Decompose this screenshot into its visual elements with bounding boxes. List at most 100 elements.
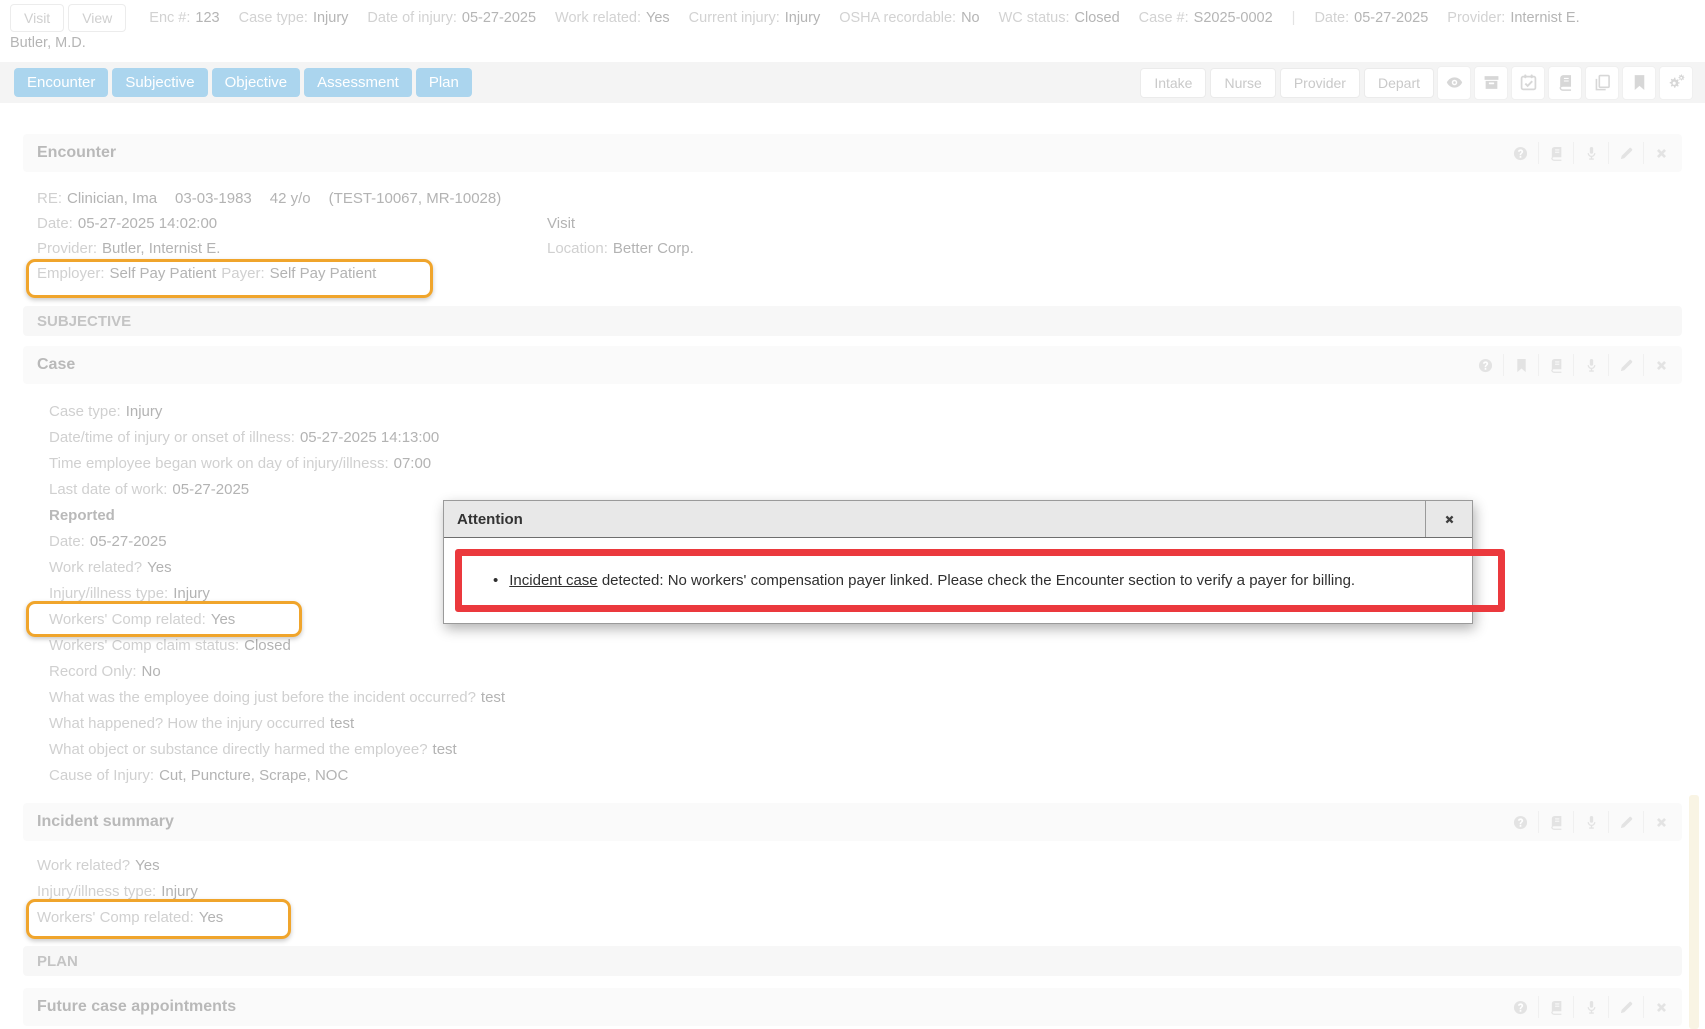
enc-number-value: 123 bbox=[195, 10, 219, 26]
calendar-check-icon[interactable] bbox=[1511, 66, 1545, 100]
microphone-icon[interactable] bbox=[1573, 811, 1608, 833]
incident-case-link[interactable]: Incident case bbox=[509, 572, 597, 589]
help-icon[interactable] bbox=[1503, 811, 1538, 833]
case-row: Time employee began work on day of injur… bbox=[23, 450, 1682, 476]
depart-button[interactable]: Depart bbox=[1364, 68, 1434, 98]
tab-encounter[interactable]: Encounter bbox=[14, 68, 108, 97]
modal-close-icon[interactable] bbox=[1425, 501, 1472, 537]
close-icon[interactable] bbox=[1643, 142, 1678, 164]
wc-status-label: WC status: bbox=[999, 10, 1070, 26]
help-icon[interactable] bbox=[1468, 354, 1503, 376]
subjective-band: SUBJECTIVE bbox=[23, 306, 1682, 336]
visit-label: Visit bbox=[547, 215, 575, 232]
location-field: Location:Better Corp. bbox=[547, 240, 694, 257]
case-number-label: Case #: bbox=[1139, 10, 1189, 26]
wc-status-value: Closed bbox=[1075, 10, 1120, 26]
case-row: Cause of Injury:Cut, Puncture, Scrape, N… bbox=[23, 762, 1682, 788]
microphone-icon[interactable] bbox=[1573, 996, 1608, 1018]
close-icon[interactable] bbox=[1643, 996, 1678, 1018]
edit-pencil-icon[interactable] bbox=[1608, 142, 1643, 164]
encounter-provider-label: Provider: bbox=[37, 240, 97, 257]
date-of-injury-field: Date of injury:05-27-2025 bbox=[367, 10, 536, 26]
encounter-body: RE: Clinician, Ima 03-03-1983 42 y/o (TE… bbox=[23, 186, 1682, 286]
encounter-provider-row: Provider: Butler, Internist E. Location:… bbox=[23, 236, 1682, 261]
incident-summary-title: Incident summary bbox=[37, 813, 174, 831]
attention-modal: Attention • Incident case detected: No w… bbox=[443, 500, 1473, 624]
case-section-title: Case bbox=[37, 356, 75, 374]
employer-label: Employer: bbox=[37, 265, 105, 282]
microphone-icon[interactable] bbox=[1573, 142, 1608, 164]
close-icon[interactable] bbox=[1643, 354, 1678, 376]
edit-pencil-icon[interactable] bbox=[1608, 996, 1643, 1018]
bullet-marker: • bbox=[493, 572, 498, 589]
encounter-date-label: Date: bbox=[37, 215, 73, 232]
ehr-screen: Visit View Enc #:123 Case type: Injury Da… bbox=[0, 0, 1705, 1029]
bookmark-icon[interactable] bbox=[1503, 354, 1538, 376]
book-icon[interactable] bbox=[1538, 354, 1573, 376]
nurse-button[interactable]: Nurse bbox=[1210, 68, 1275, 98]
re-label: RE: bbox=[37, 190, 62, 207]
settings-gears-icon[interactable] bbox=[1659, 66, 1693, 100]
case-header-bar: Visit View Enc #:123 Case type: Injury Da… bbox=[0, 0, 1705, 58]
edit-pencil-icon[interactable] bbox=[1608, 811, 1643, 833]
help-icon[interactable] bbox=[1503, 142, 1538, 164]
incident-row-wc-related: Workers' Comp related:Yes bbox=[23, 904, 1682, 930]
encounter-employer-row: Employer: Self Pay Patient Payer: Self P… bbox=[23, 261, 1682, 286]
tab-subjective[interactable]: Subjective bbox=[112, 68, 207, 97]
future-appointments-title: Future case appointments bbox=[37, 998, 236, 1016]
help-icon[interactable] bbox=[1503, 996, 1538, 1018]
patient-ids: (TEST-10067, MR-10028) bbox=[329, 190, 502, 207]
book-icon[interactable] bbox=[1548, 66, 1582, 100]
toolbar-right-group: Intake Nurse Provider Depart bbox=[1136, 66, 1693, 100]
date-of-injury-label: Date of injury: bbox=[367, 10, 456, 26]
case-row: Workers' Comp claim status:Closed bbox=[23, 632, 1682, 658]
header-provider-label: Provider: bbox=[1447, 10, 1505, 26]
provider-button[interactable]: Provider bbox=[1280, 68, 1360, 98]
case-number-field: Case #: S2025-0002 bbox=[1139, 10, 1273, 26]
book-icon[interactable] bbox=[1538, 142, 1573, 164]
book-icon[interactable] bbox=[1538, 996, 1573, 1018]
book-icon[interactable] bbox=[1538, 811, 1573, 833]
archive-icon[interactable] bbox=[1474, 66, 1508, 100]
attention-modal-body: • Incident case detected: No workers' co… bbox=[444, 538, 1472, 623]
incident-summary-section-header: Incident summary bbox=[23, 803, 1682, 841]
encounter-section-title: Encounter bbox=[37, 144, 116, 162]
case-number-value: S2025-0002 bbox=[1194, 10, 1273, 26]
patient-name: Clinician, Ima bbox=[67, 190, 157, 207]
edit-pencil-icon[interactable] bbox=[1608, 354, 1643, 376]
tab-plan[interactable]: Plan bbox=[416, 68, 472, 97]
case-row: What happened? How the injury occurredte… bbox=[23, 710, 1682, 736]
encounter-re-line: RE: Clinician, Ima 03-03-1983 42 y/o (TE… bbox=[23, 186, 1682, 211]
bookmark-icon[interactable] bbox=[1622, 66, 1656, 100]
future-appointments-section-header: Future case appointments bbox=[23, 988, 1682, 1026]
case-type-field: Case type: Injury bbox=[239, 10, 349, 26]
copy-icon[interactable] bbox=[1585, 66, 1619, 100]
case-row: What object or substance directly harmed… bbox=[23, 736, 1682, 762]
close-icon[interactable] bbox=[1643, 811, 1678, 833]
encounter-section-header: Encounter bbox=[23, 134, 1682, 172]
case-type-label: Case type: bbox=[239, 10, 308, 26]
eye-icon[interactable] bbox=[1437, 66, 1471, 100]
patient-age: 42 y/o bbox=[270, 190, 311, 207]
case-row: Date/time of injury or onset of illness:… bbox=[23, 424, 1682, 450]
attention-modal-header: Attention bbox=[444, 501, 1472, 538]
enc-number-field: Enc #:123 bbox=[149, 10, 219, 26]
case-type-value: Injury bbox=[313, 10, 348, 26]
microphone-icon[interactable] bbox=[1573, 354, 1608, 376]
work-related-label: Work related: bbox=[555, 10, 641, 26]
tab-objective[interactable]: Objective bbox=[212, 68, 301, 97]
header-date-field: Date:05-27-2025 bbox=[1314, 10, 1428, 26]
future-appointments-icons bbox=[1503, 994, 1678, 1020]
tab-assessment[interactable]: Assessment bbox=[304, 68, 412, 97]
incident-row: Injury/illness type:Injury bbox=[23, 878, 1682, 904]
alert-message: Incident case detected: No workers' comp… bbox=[509, 572, 1355, 589]
intake-button[interactable]: Intake bbox=[1140, 68, 1206, 98]
plan-band: PLAN bbox=[23, 946, 1682, 976]
case-row: Case type:Injury bbox=[23, 398, 1682, 424]
wc-status-field: WC status: Closed bbox=[999, 10, 1120, 26]
encounter-date-row: Date: 05-27-2025 14:02:00 Visit bbox=[23, 211, 1682, 236]
visit-button[interactable]: Visit bbox=[10, 4, 64, 32]
view-button[interactable]: View bbox=[68, 4, 126, 32]
header-date-label: Date: bbox=[1314, 10, 1349, 26]
attention-modal-title: Attention bbox=[444, 501, 523, 537]
